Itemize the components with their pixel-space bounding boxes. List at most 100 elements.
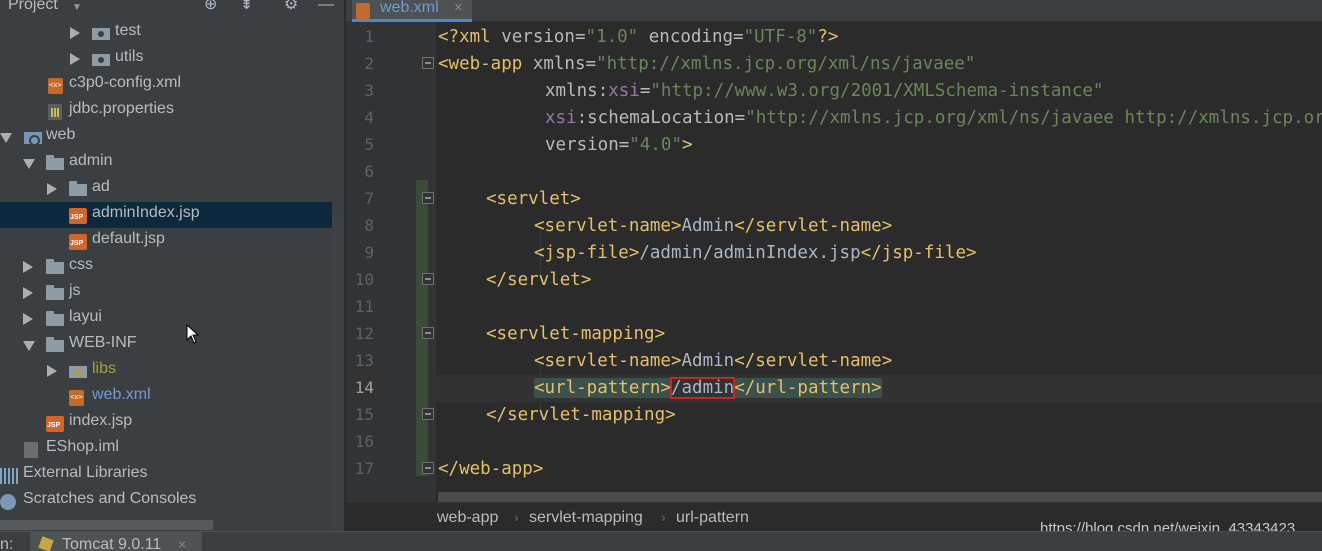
code-line-9: <jsp-file>/admin/adminIndex.jsp</jsp-fil… <box>534 243 977 263</box>
tree-item[interactable]: layui <box>0 306 332 332</box>
tree-item[interactable]: WEB-INF <box>0 332 332 358</box>
line-number: 8 <box>364 216 374 235</box>
close-icon[interactable]: × <box>454 0 463 16</box>
code-line-8: <servlet-name>Admin</servlet-name> <box>534 216 893 236</box>
tab-label: web.xml <box>380 0 439 16</box>
tree-item-label: External Libraries <box>23 464 148 481</box>
tree-item[interactable]: adminIndex.jsp <box>0 202 332 228</box>
fold-marker-icon[interactable] <box>422 462 434 474</box>
line-number: 16 <box>354 432 374 451</box>
chevron-right-icon[interactable] <box>70 53 80 65</box>
tree-item[interactable]: web <box>0 124 332 150</box>
code-line-7: <servlet> <box>486 189 581 209</box>
line-number: 17 <box>354 459 374 478</box>
breadcrumb-item-web-app[interactable]: web-app <box>437 509 498 527</box>
tree-item[interactable]: External Libraries <box>0 462 332 488</box>
chevron-down-icon[interactable] <box>0 133 12 143</box>
web-folder-icon <box>24 129 42 146</box>
code-line-12: <servlet-mapping> <box>486 324 666 344</box>
collapse-icon[interactable]: ⇟ <box>240 0 253 13</box>
tree-item-label: web <box>46 126 76 143</box>
tree-item[interactable]: c3p0-config.xml <box>0 72 332 98</box>
chevron-right-icon[interactable] <box>70 27 80 39</box>
tree-item-label: c3p0-config.xml <box>69 74 182 91</box>
chevron-down-icon[interactable] <box>23 159 35 169</box>
matched-tag-open: <url-pattern> <box>534 378 671 398</box>
package-icon <box>92 51 110 67</box>
folder-icon <box>46 337 64 353</box>
tree-item[interactable]: web.xml <box>0 384 332 410</box>
tree-item[interactable]: css <box>0 254 332 280</box>
tree-item[interactable]: jdbc.properties <box>0 98 332 124</box>
project-horizontal-scrollbar[interactable] <box>0 520 213 530</box>
chevron-right-icon[interactable] <box>23 313 33 325</box>
folder-icon <box>46 155 64 171</box>
gear-icon[interactable]: ⚙ <box>284 0 298 13</box>
external-libraries-icon <box>0 468 18 484</box>
crosshair-icon[interactable]: ⊕ <box>204 0 217 13</box>
tree-item[interactable]: ad <box>0 176 332 202</box>
breadcrumb-item-servlet-mapping[interactable]: servlet-mapping <box>529 509 643 527</box>
tree-item[interactable]: test <box>0 20 332 46</box>
line-number: 15 <box>354 405 374 424</box>
line-number: 3 <box>364 81 374 100</box>
tab-tomcat[interactable]: Tomcat 9.0.11 × <box>30 532 202 551</box>
tree-item[interactable]: EShop.iml <box>0 436 332 462</box>
tree-item-label: ad <box>92 178 110 195</box>
project-vertical-scrollbar[interactable] <box>332 215 344 531</box>
xml-file-icon <box>356 3 370 19</box>
tree-item-label: jdbc.properties <box>69 100 174 117</box>
minimize-icon[interactable]: — <box>318 0 334 13</box>
chevron-down-icon[interactable] <box>23 341 35 351</box>
close-icon[interactable]: × <box>178 536 186 551</box>
run-tab-label: Tomcat 9.0.11 <box>62 536 162 551</box>
tree-item[interactable]: utils <box>0 46 332 72</box>
tab-web-xml[interactable]: web.xml × <box>352 0 472 22</box>
folder-icon <box>46 285 64 301</box>
code-line-4: xsi:schemaLocation="http://xmlns.jcp.org… <box>545 108 1322 128</box>
tree-item[interactable]: index.jsp <box>0 410 332 436</box>
tree-item-label: utils <box>115 48 144 65</box>
fold-marker-icon[interactable] <box>422 408 434 420</box>
chevron-down-icon[interactable]: ▼ <box>72 2 82 13</box>
fold-marker-icon[interactable] <box>422 273 434 285</box>
tree-item[interactable]: js <box>0 280 332 306</box>
code-line-14: <url-pattern>/admin</url-pattern> <box>436 375 1322 402</box>
matched-tag-close: </url-pattern> <box>734 378 882 398</box>
tree-item-label: EShop.iml <box>46 438 119 455</box>
code-editor[interactable]: <?xml version="1.0" encoding="UTF-8"?> <… <box>436 22 1322 502</box>
scrollbar-thumb[interactable] <box>438 492 1322 502</box>
folder-icon <box>46 311 64 327</box>
tree-item[interactable]: admin <box>0 150 332 176</box>
line-number: 5 <box>364 135 374 154</box>
xml-file-icon <box>69 390 84 406</box>
chevron-right-icon[interactable] <box>47 365 57 377</box>
chevron-right-icon[interactable] <box>23 287 33 299</box>
line-number: 6 <box>364 162 374 181</box>
tree-item-label: Scratches and Consoles <box>23 490 197 507</box>
xml-file-icon <box>48 78 63 94</box>
code-line-3: xmlns:xsi="http://www.w3.org/2001/XMLSch… <box>545 81 1104 101</box>
breadcrumb-separator: › <box>661 509 666 525</box>
code-line-10: </servlet> <box>486 270 592 290</box>
tree-item-label: WEB-INF <box>69 334 137 351</box>
fold-marker-icon[interactable] <box>422 57 434 69</box>
tree-item[interactable]: default.jsp <box>0 228 332 254</box>
line-number: 10 <box>354 270 374 289</box>
line-number-gutter[interactable]: 1 2 3 4 5 6 7 8 9 10 11 12 13 14 15 16 17 <box>346 22 436 502</box>
chevron-right-icon[interactable] <box>23 261 33 273</box>
jsp-file-icon <box>69 234 87 250</box>
editor-horizontal-scrollbar[interactable] <box>438 492 1322 502</box>
code-line-5: version="4.0"> <box>545 135 693 155</box>
tree-item[interactable]: libs <box>0 358 332 384</box>
highlighted-url-pattern: /admin <box>669 377 736 399</box>
breadcrumb-item-url-pattern[interactable]: url-pattern <box>676 509 749 527</box>
tree-item[interactable]: Scratches and Consoles <box>0 488 332 514</box>
project-view-selector[interactable]: Project <box>8 0 58 14</box>
line-number: 1 <box>364 27 374 46</box>
tree-item-label: layui <box>69 308 102 325</box>
tomcat-icon <box>38 536 54 551</box>
fold-marker-icon[interactable] <box>422 327 434 339</box>
chevron-right-icon[interactable] <box>47 183 57 195</box>
fold-marker-icon[interactable] <box>422 192 434 204</box>
